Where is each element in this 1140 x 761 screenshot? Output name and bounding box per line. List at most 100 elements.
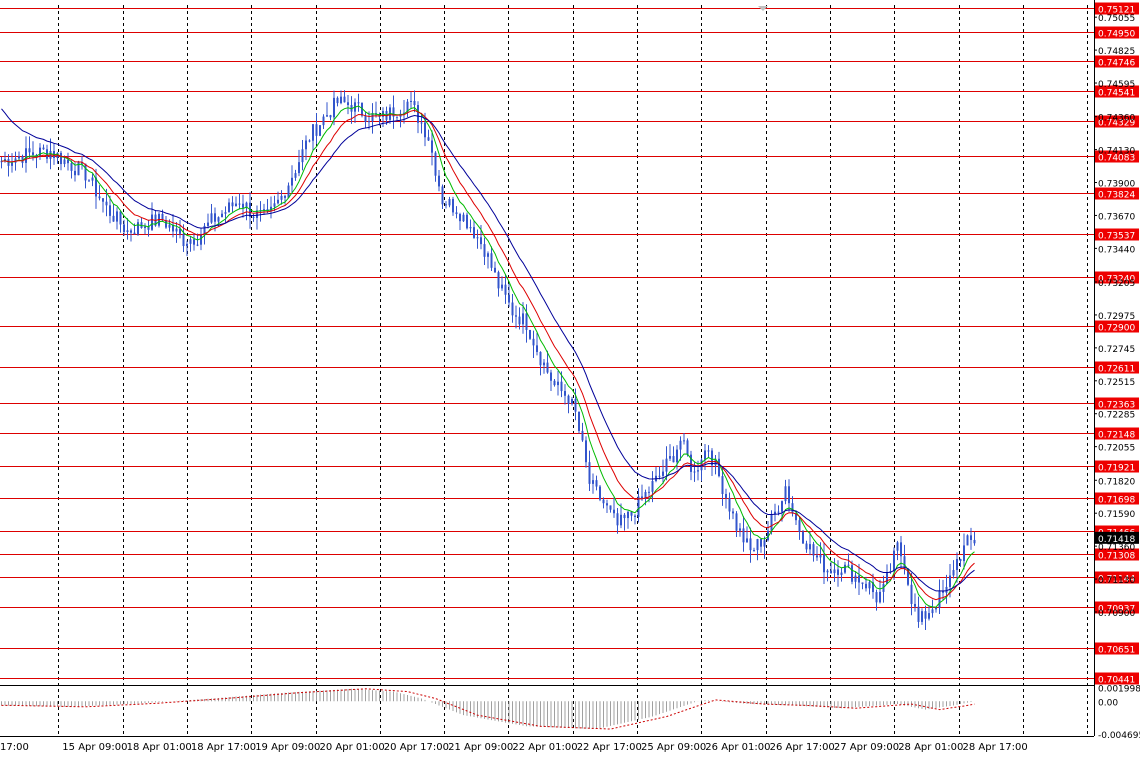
candle-body [568,396,570,404]
candle-body [113,216,115,222]
candle-body [228,202,230,212]
candle-body [561,382,563,391]
price-tick-label: 0.72515 [1098,378,1135,388]
candle-body [102,198,104,201]
price-tick-label: 0.75055 [1098,14,1135,24]
price-tick-label: 0.72055 [1098,444,1135,454]
candle-body [340,97,342,103]
candle-body [347,102,349,105]
candle-body [211,213,213,222]
candle-body [466,215,468,229]
candle-body [697,470,699,471]
time-label: 22 Apr 17:00 [577,742,642,753]
candle-body [848,565,850,566]
candle-body [365,116,367,122]
candle-body [459,214,461,221]
candle-body [312,124,314,141]
candle-body [827,571,829,573]
candle-body [512,303,514,316]
candle-body [963,545,965,561]
candle-body [522,313,524,324]
candle-body [176,229,178,232]
candle-body [109,205,111,216]
candle-body [743,528,745,542]
candle-body [722,476,724,494]
candle-body [725,494,727,498]
candle-body [277,200,279,204]
candle-body [739,528,741,530]
candle-body [274,203,276,206]
candle-body [781,501,783,512]
candle-body [792,503,794,513]
candle-body [253,217,255,218]
candle-body [585,440,587,462]
candle-body [918,607,920,622]
candle-body [323,117,325,126]
candle-body [764,540,766,546]
candle-body [757,539,759,550]
candle-body [974,540,976,543]
price-tick-label: 0.72285 [1098,411,1135,421]
candle-body [680,441,682,450]
candle-body [771,514,773,530]
level-label: 0.71921 [1098,464,1135,474]
time-label: 28 Apr 01:00 [898,742,963,753]
level-label: 0.74950 [1098,30,1135,40]
candle-body [508,295,510,303]
candle-body [659,476,661,477]
candle-body [134,233,136,235]
candle-body [491,253,493,268]
candle-body [470,227,472,228]
candle-body [536,345,538,352]
candle-body [631,512,633,516]
candle-body [445,204,447,205]
level-label: 0.71698 [1098,496,1135,506]
candle-body [669,456,671,459]
candle-body [729,498,731,512]
candle-body [694,472,696,473]
candle-body [844,565,846,573]
level-label: 0.74746 [1098,59,1135,69]
candle-body [67,160,69,164]
candle-body [183,234,185,246]
candle-body [708,450,710,451]
candle-body [634,516,636,517]
candle-body [970,535,972,540]
candle-body [876,592,878,602]
candle-body [526,313,528,330]
candle-body [816,555,818,557]
price-tick-label: 0.73900 [1098,180,1135,190]
candle-body [190,239,192,244]
candle-body [932,609,934,613]
candle-body [193,239,195,244]
candle-body [494,268,496,272]
candle-body [540,352,542,365]
candle-body [144,227,146,228]
candle-body [344,97,346,103]
price-tick-label: 0.71590 [1098,510,1135,520]
candle-body [396,117,398,118]
candle-body [575,399,577,412]
candle-body [232,202,234,206]
price-tick-label: 0.73670 [1098,212,1135,222]
candle-body [799,520,801,532]
candle-body [435,153,437,176]
candle-body [893,551,895,571]
candle-body [935,608,937,610]
price-chart[interactable]: 0.751210.749500.747460.745410.743290.740… [0,0,1140,757]
oscillator-tick-label: 0.00 [1098,698,1118,708]
candle-body [333,98,335,117]
candle-body [925,611,927,619]
candle-body [414,101,416,105]
candle-body [865,584,867,588]
candle-body [284,196,286,198]
price-tick-label: 0.71130 [1098,576,1135,586]
time-label: 17:00 [0,742,29,753]
candle-body [463,215,465,221]
candle-body [855,576,857,582]
chart-root: 0.751210.749500.747460.745410.743290.740… [0,0,1140,757]
candle-body [39,148,41,157]
price-tick-label: 0.74130 [1098,147,1135,157]
time-label: 20 Apr 01:00 [320,742,385,753]
level-label: 0.70651 [1098,646,1135,656]
